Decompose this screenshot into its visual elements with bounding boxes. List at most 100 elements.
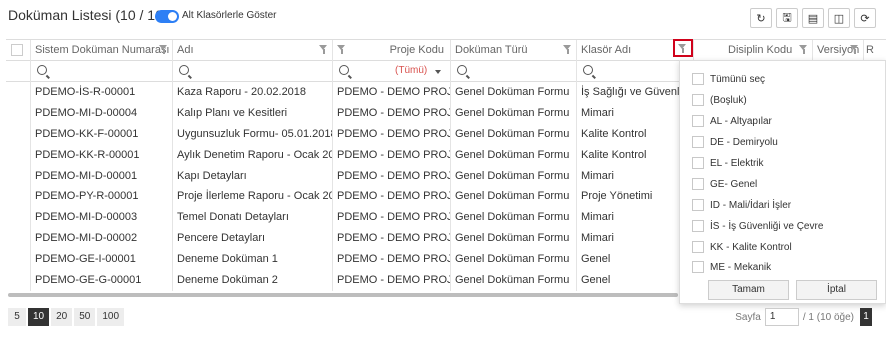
- reload-button[interactable]: ⟳: [854, 8, 876, 28]
- select-all-checkbox[interactable]: [11, 44, 23, 56]
- export-excel-button[interactable]: ▤: [802, 8, 824, 28]
- filter-icon: [678, 44, 687, 53]
- filter-option[interactable]: (Boşluk): [692, 92, 747, 108]
- filter-option[interactable]: ME - Mekanik: [692, 259, 771, 275]
- cell-proje-kodu: PDEMO - DEMO PROJESİ: [332, 102, 450, 124]
- filter-option[interactable]: AL - Altyapılar: [692, 113, 772, 129]
- filter-ok-button[interactable]: Tamam: [708, 280, 789, 300]
- current-page-button[interactable]: 1: [860, 308, 872, 326]
- filter-cancel-button[interactable]: İptal: [796, 280, 877, 300]
- columns-button[interactable]: ◫: [828, 8, 850, 28]
- column-header-versiyon[interactable]: Versiyon: [812, 40, 863, 61]
- row-select-cell: [6, 207, 30, 228]
- row-select-cell: [6, 124, 30, 145]
- filter-option[interactable]: ID - Mali/İdari İşler: [692, 197, 791, 213]
- filter-option-checkbox[interactable]: [692, 178, 704, 190]
- cell-dokuman-turu: Genel Doküman Formu: [450, 123, 576, 145]
- filter-option-checkbox[interactable]: [692, 199, 704, 211]
- disiplin-filter-button[interactable]: [673, 39, 693, 57]
- search-icon: [37, 65, 47, 75]
- cell-adi: Kapı Detayları: [172, 165, 332, 187]
- cell-klasor-adi: Genel: [576, 270, 693, 292]
- filter-option[interactable]: İS - İş Güvenliği ve Çevre: [692, 218, 823, 234]
- filter-option[interactable]: DE - Demiryolu: [692, 134, 778, 150]
- search-icon: [583, 65, 593, 75]
- cell-klasor-adi: Genel: [576, 249, 693, 271]
- cell-klasor-adi: Mimari: [576, 102, 693, 124]
- filter-icon[interactable]: [159, 45, 168, 54]
- cell-sistem-no: PDEMO-KK-R-00001: [30, 144, 172, 166]
- horizontal-scrollbar[interactable]: [8, 293, 678, 297]
- cell-adi: Uygunsuzluk Formu- 05.01.2018: [172, 123, 332, 145]
- row-select-cell: [6, 249, 30, 270]
- filter-icon[interactable]: [563, 45, 572, 54]
- search-icon: [457, 65, 467, 75]
- subfolders-toggle[interactable]: [155, 10, 179, 23]
- column-header-label: Sistem Doküman Numarası: [35, 44, 170, 56]
- filter-option-checkbox[interactable]: [692, 220, 704, 232]
- page-size-5-button[interactable]: 5: [8, 308, 26, 326]
- cell-dokuman-turu: Genel Doküman Formu: [450, 102, 576, 124]
- refresh-button[interactable]: ↻: [750, 8, 772, 28]
- filter-option-label: KK - Kalite Kontrol: [710, 241, 792, 253]
- filter-cell-proje-kodu[interactable]: (Tümü): [332, 61, 450, 82]
- filter-option-checkbox[interactable]: [692, 136, 704, 148]
- filter-option-checkbox[interactable]: [692, 261, 704, 273]
- column-header-label: Doküman Türü: [455, 44, 528, 56]
- cell-klasor-adi: Kalite Kontrol: [576, 123, 693, 145]
- filter-option[interactable]: EL - Elektrik: [692, 155, 764, 171]
- page-size-20-button[interactable]: 20: [51, 308, 73, 326]
- filter-option-checkbox[interactable]: [692, 241, 704, 253]
- column-header-adi[interactable]: Adı: [172, 40, 332, 61]
- cell-adi: Kalıp Planı ve Kesitleri: [172, 102, 332, 124]
- refresh-icon: ↻: [756, 11, 766, 25]
- cell-klasor-adi: Proje Yönetimi: [576, 186, 693, 208]
- row-select-cell: [6, 186, 30, 207]
- cell-proje-kodu: PDEMO - DEMO PROJESİ: [332, 270, 450, 292]
- column-header-r[interactable]: R: [863, 40, 886, 61]
- page-label: Sayfa: [735, 311, 761, 323]
- filter-option-label: GE- Genel: [710, 178, 758, 190]
- page-input[interactable]: 1: [764, 308, 799, 326]
- cell-dokuman-turu: Genel Doküman Formu: [450, 186, 576, 208]
- save-icon: 🖫: [782, 10, 792, 24]
- cell-klasor-adi: Mimari: [576, 165, 693, 187]
- filter-cell-dokuman-turu[interactable]: [450, 61, 576, 82]
- filter-icon[interactable]: [319, 45, 328, 54]
- page-size-50-button[interactable]: 50: [74, 308, 96, 326]
- filter-option-checkbox[interactable]: [692, 94, 704, 106]
- cell-adi: Temel Donatı Detayları: [172, 207, 332, 229]
- row-select-cell: [6, 270, 30, 291]
- page-size-10-button[interactable]: 10: [28, 308, 50, 326]
- column-header-label: Adı: [177, 44, 194, 56]
- filter-option-checkbox[interactable]: [692, 115, 704, 127]
- save-button[interactable]: 🖫: [776, 8, 798, 28]
- filter-icon[interactable]: [337, 45, 346, 54]
- filter-cell-adi[interactable]: [172, 61, 332, 82]
- filter-option-label: EL - Elektrik: [710, 157, 764, 169]
- page-navigator: Sayfa 1 / 1 (10 öğe) 1: [735, 308, 872, 326]
- filter-cell-sistem-no[interactable]: [30, 61, 172, 82]
- cell-dokuman-turu: Genel Doküman Formu: [450, 270, 576, 292]
- chevron-down-icon[interactable]: [435, 70, 441, 74]
- filter-option[interactable]: GE- Genel: [692, 176, 757, 192]
- filter-option-checkbox[interactable]: [692, 157, 704, 169]
- filter-dropdown-value[interactable]: (Tümü): [395, 61, 427, 81]
- column-header-dokuman-turu[interactable]: Doküman Türü: [450, 40, 576, 61]
- cell-sistem-no: PDEMO-MI-D-00004: [30, 102, 172, 124]
- export-excel-icon: ▤: [807, 11, 819, 25]
- filter-icon[interactable]: [850, 45, 859, 54]
- row-select-cell: [6, 166, 30, 187]
- page-size-100-button[interactable]: 100: [97, 308, 125, 326]
- column-header-sistem-no[interactable]: Sistem Doküman Numarası: [30, 40, 172, 61]
- filter-option-checkbox[interactable]: [692, 73, 704, 85]
- filter-popup: Tamam İptal Tümünü seç (Boşluk) AL - Altya…: [679, 60, 886, 304]
- row-select-cell: [6, 103, 30, 124]
- filter-option[interactable]: Tümünü seç: [692, 71, 765, 87]
- filter-option[interactable]: KK - Kalite Kontrol: [692, 239, 792, 255]
- cell-adi: Proje İlerleme Raporu - Ocak 2018: [172, 186, 332, 208]
- filter-cell-klasor-adi[interactable]: [576, 61, 693, 82]
- column-header-proje-kodu[interactable]: Proje Kodu: [332, 40, 450, 61]
- filter-icon[interactable]: [799, 45, 808, 54]
- column-header-disiplin-kodu[interactable]: Disiplin Kodu: [693, 40, 812, 61]
